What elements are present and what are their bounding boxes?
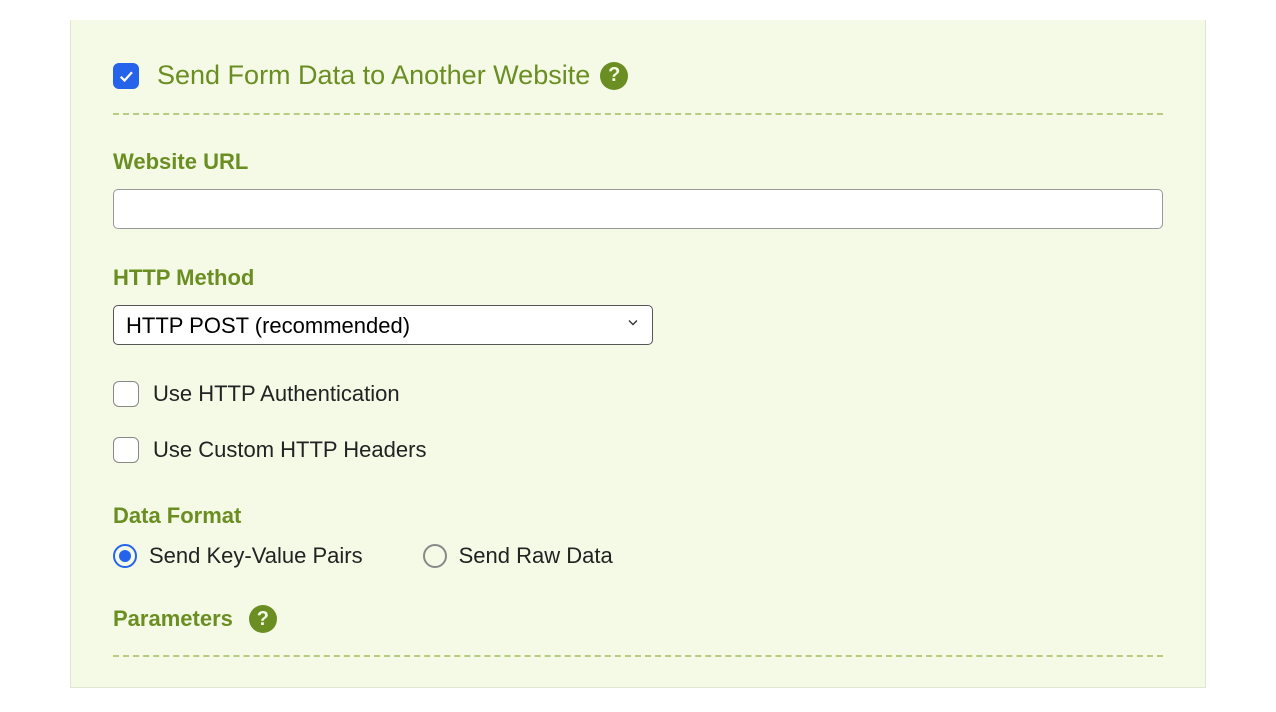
divider	[113, 113, 1163, 115]
send-form-data-panel: Send Form Data to Another Website ? Webs…	[70, 20, 1206, 688]
use-http-auth-row: Use HTTP Authentication	[113, 381, 1163, 407]
data-format-raw-item: Send Raw Data	[423, 543, 613, 569]
parameters-label: Parameters	[113, 606, 233, 632]
help-icon[interactable]: ?	[249, 605, 277, 633]
help-icon[interactable]: ?	[600, 62, 628, 90]
use-http-auth-label: Use HTTP Authentication	[153, 381, 400, 407]
panel-title: Send Form Data to Another Website	[157, 60, 590, 91]
website-url-label: Website URL	[113, 149, 1163, 175]
panel-header: Send Form Data to Another Website ?	[113, 60, 1163, 91]
data-format-kv-item: Send Key-Value Pairs	[113, 543, 363, 569]
use-custom-headers-label: Use Custom HTTP Headers	[153, 437, 426, 463]
check-icon	[117, 67, 135, 85]
send-form-data-checkbox[interactable]	[113, 63, 139, 89]
radio-dot-icon	[119, 550, 131, 562]
http-method-select[interactable]: HTTP POST (recommended)	[113, 305, 653, 345]
data-format-label: Data Format	[113, 503, 1163, 529]
divider	[113, 655, 1163, 657]
use-custom-headers-row: Use Custom HTTP Headers	[113, 437, 1163, 463]
parameters-label-row: Parameters ?	[113, 605, 1163, 633]
data-format-radios: Send Key-Value Pairs Send Raw Data	[113, 543, 1163, 569]
website-url-input[interactable]	[113, 189, 1163, 229]
panel-title-row: Send Form Data to Another Website ?	[157, 60, 628, 91]
http-method-label: HTTP Method	[113, 265, 1163, 291]
data-format-kv-label: Send Key-Value Pairs	[149, 543, 363, 569]
http-method-select-wrap: HTTP POST (recommended)	[113, 305, 653, 345]
data-format-kv-radio[interactable]	[113, 544, 137, 568]
use-custom-headers-checkbox[interactable]	[113, 437, 139, 463]
use-http-auth-checkbox[interactable]	[113, 381, 139, 407]
data-format-raw-radio[interactable]	[423, 544, 447, 568]
data-format-raw-label: Send Raw Data	[459, 543, 613, 569]
